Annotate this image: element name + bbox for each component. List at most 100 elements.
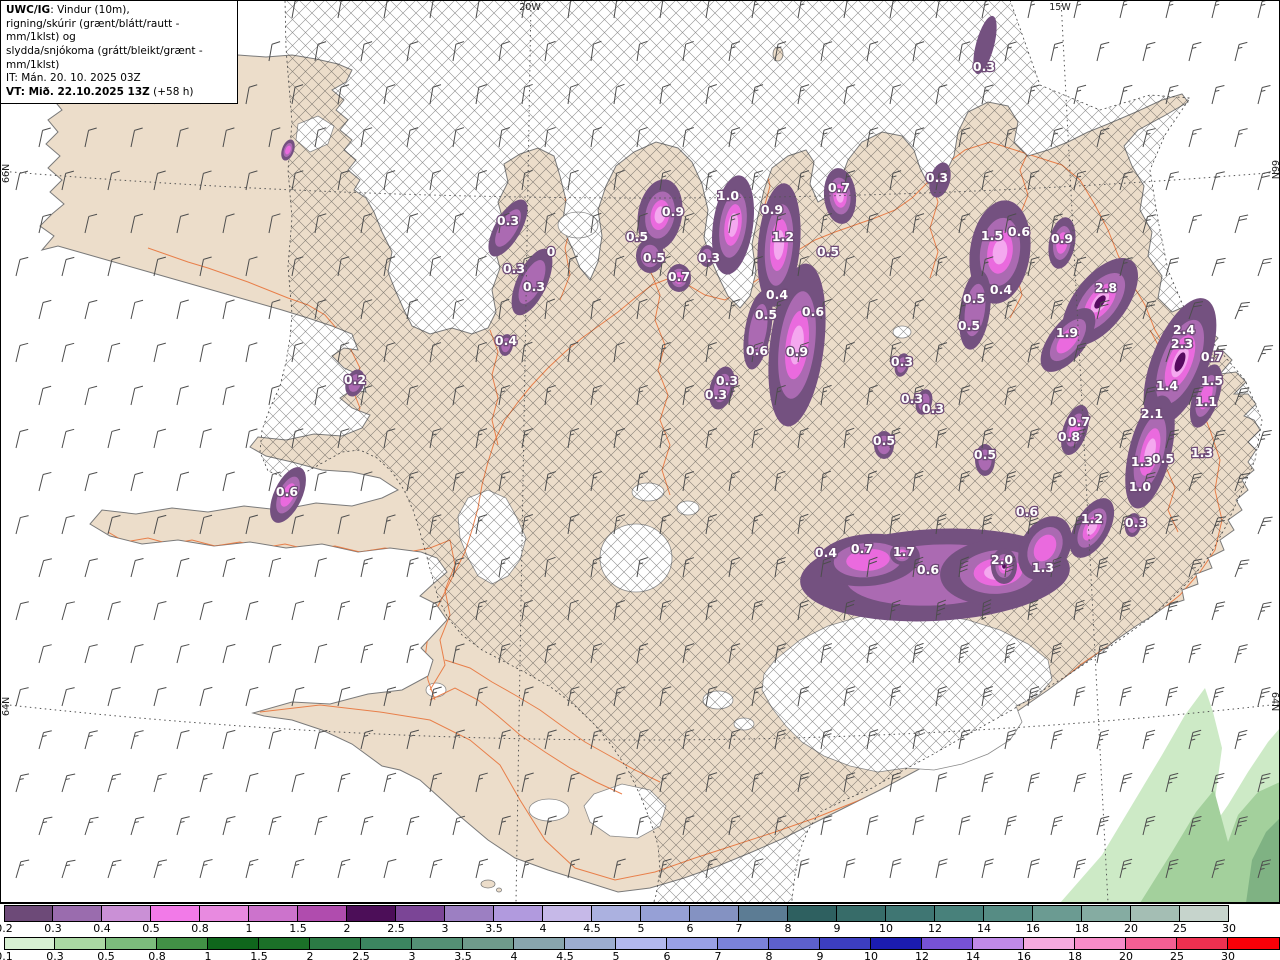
scale-tick-label: 3.5 (454, 950, 472, 960)
precip-value-label: 0.3 (716, 373, 738, 388)
wind-barb (222, 557, 236, 578)
wind-barb (1165, 686, 1179, 707)
parallel-label-left: 64N (1, 697, 12, 716)
precip-value-label: 0.3 (973, 59, 995, 74)
scale-swatch (1177, 937, 1228, 950)
wind-barb (268, 729, 282, 750)
wind-barb (406, 557, 419, 578)
wind-barb (84, 558, 98, 578)
wind-barb (15, 601, 29, 621)
precip-value-label: 0.7 (668, 269, 690, 284)
precip-value-label: 0.8 (1058, 429, 1080, 444)
wind-barb (1188, 128, 1202, 148)
wind-barb (291, 772, 305, 793)
scale-swatch (641, 905, 690, 922)
scale-tick-label: 2 (306, 950, 314, 960)
scale-swatch (106, 937, 157, 950)
wind-barb (222, 815, 236, 836)
wind-barb (15, 687, 29, 707)
wind-barb (38, 471, 52, 492)
scalebars: 0.20.30.40.50.811.522.533.544.5567891012… (0, 903, 1280, 960)
wind-barb (314, 815, 328, 836)
scale-swatch (1131, 905, 1180, 922)
wind-barb (222, 643, 236, 664)
precip-value-label: 0.3 (503, 261, 525, 276)
scale-tick-label: 7 (714, 950, 722, 960)
wind-barb (1188, 643, 1202, 664)
scale-swatch (412, 937, 463, 950)
scale-tick-label: 4 (539, 922, 547, 935)
precip-value-label: 0 (547, 244, 556, 259)
wind-barb (268, 643, 282, 664)
wind-barb (1096, 815, 1110, 836)
wind-barb (38, 558, 52, 578)
scale-tick-label: 1.5 (289, 922, 307, 935)
wind-barb (843, 858, 856, 879)
wind-barb (107, 687, 121, 707)
precip-value-label: 0.5 (755, 307, 777, 322)
wind-barb (1096, 41, 1110, 62)
scale-tick-label: 4 (510, 950, 518, 960)
wind-barb (107, 428, 121, 449)
glacier (425, 682, 447, 698)
wind-barb (84, 299, 98, 320)
scale-swatch (769, 937, 820, 950)
wind-barb (268, 557, 282, 578)
precip-value-label: 2.8 (1095, 280, 1117, 295)
scale-tick-label: 18 (1068, 950, 1082, 960)
precip-value-label: 0.3 (891, 354, 913, 369)
wind-barb (130, 385, 144, 406)
wind-barb (1257, 516, 1273, 535)
wind-barb (383, 772, 397, 793)
precip-value-label: 0.5 (1152, 451, 1174, 466)
precip-value-label: 0.4 (495, 333, 517, 348)
scale-tick-label: 0.8 (148, 950, 166, 960)
wind-barb (176, 643, 190, 664)
precip-value-label: 0.9 (1051, 231, 1073, 246)
scale-swatch (396, 905, 445, 922)
wind-barb (935, 772, 948, 793)
sleet-scalebar-ticks: 0.2 0.3 0.4 0.5 0.8 1 1.5 2 2.5 3 3.5 4 4.5 5 6 7 8 9 10 12… (0, 922, 1280, 937)
wind-barb (199, 342, 212, 363)
scale-swatch (157, 937, 208, 950)
scale-swatch (361, 937, 412, 950)
scale-tick-label: 16 (1017, 950, 1031, 960)
scale-tick-label: 9 (816, 950, 824, 960)
wind-barb (1257, 0, 1271, 19)
wind-barb (153, 773, 167, 793)
wind-barb (337, 858, 351, 879)
wind-barb (38, 299, 52, 320)
scale-swatch (347, 905, 396, 922)
precip-value-label: 0.7 (828, 180, 850, 195)
wind-barb (360, 643, 374, 664)
wind-barb (15, 342, 29, 363)
scale-tick-label: 0.5 (97, 950, 115, 960)
precip-value-label: 1.7 (893, 544, 915, 559)
wind-barb (1234, 214, 1249, 234)
wind-barb (61, 687, 75, 707)
precip-value-label: 1.2 (1081, 511, 1103, 526)
scale-tick-label: 0.3 (44, 922, 62, 935)
wind-barb (1073, 772, 1087, 793)
parallel-label-right: 64N (1269, 692, 1280, 711)
wind-barb (199, 600, 213, 621)
wind-barb (61, 342, 75, 363)
precip-value-label: 1.0 (717, 188, 739, 203)
scale-swatch (739, 905, 788, 922)
wind-barb (1165, 171, 1180, 191)
wind-barb (314, 643, 328, 664)
wind-barb (176, 385, 189, 406)
precip-value-label: 0.3 (1125, 515, 1147, 530)
wind-barb (38, 730, 52, 750)
precip-value-label: 0.7 (1068, 414, 1090, 429)
wind-barb (15, 428, 29, 449)
scale-tick-label: 20 (1124, 922, 1138, 935)
wind-barb (1257, 687, 1271, 707)
precip-value-label: 0.4 (815, 545, 837, 560)
precip-value-label: 1.0 (1129, 479, 1151, 494)
precip-value-label: 1.1 (1195, 394, 1217, 409)
precip-value-label: 0.6 (802, 304, 824, 319)
precip-value-label: 0.7 (1201, 349, 1223, 364)
wind-barb (1142, 643, 1155, 664)
precip-value-label: 0.3 (922, 401, 944, 416)
